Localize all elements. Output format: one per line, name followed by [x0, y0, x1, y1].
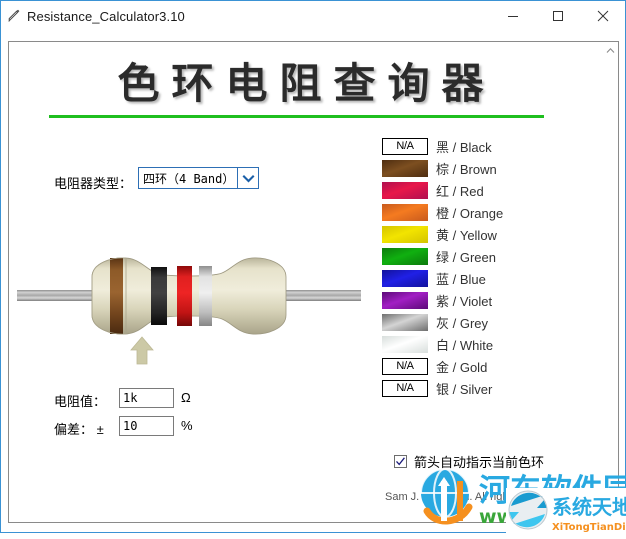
resistance-value-input[interactable]: 1k: [119, 388, 174, 408]
legend-row: 棕 / Brown: [382, 157, 597, 179]
legend-row: 绿 / Green: [382, 245, 597, 267]
client-area: 色环电阻查询器 电阻器类型： 四环（4 Band） 电阻值： 1k Ω 偏差： …: [2, 31, 625, 532]
auto-arrow-label: 箭头自动指示当前色环: [414, 455, 545, 470]
close-button[interactable]: [580, 2, 625, 31]
color-swatch: [382, 225, 428, 243]
legend-row: N/A 银 / Silver: [382, 377, 597, 399]
legend-row: N/A 黑 / Black: [382, 135, 597, 157]
resistance-value-label: 电阻值：: [54, 394, 107, 409]
active-band-arrow-icon: [127, 334, 157, 366]
color-swatch: N/A: [382, 357, 428, 375]
color-swatch: [382, 335, 428, 353]
legend-label: 棕 / Brown: [436, 161, 497, 177]
window-title: Resistance_Calculator3.10: [27, 8, 185, 24]
pencil-icon: [1, 1, 27, 31]
ohm-unit-label: Ω: [181, 390, 191, 405]
scrollbar-track[interactable]: [603, 58, 618, 507]
legend-label: 银 / Silver: [436, 381, 493, 397]
tolerance-input[interactable]: 10: [119, 416, 174, 436]
legend-label: 红 / Red: [436, 183, 484, 199]
color-swatch: [382, 291, 428, 309]
legend-label: 金 / Gold: [436, 359, 488, 375]
color-swatch: [382, 247, 428, 265]
legend-label: 黄 / Yellow: [436, 227, 497, 243]
percent-unit-label: %: [181, 418, 193, 433]
auto-arrow-checkbox[interactable]: [394, 455, 407, 468]
maximize-button[interactable]: [535, 2, 580, 31]
legend-label: 灰 / Grey: [436, 315, 489, 331]
legend-label: 紫 / Violet: [436, 293, 493, 309]
legend-row: 红 / Red: [382, 179, 597, 201]
vertical-scrollbar[interactable]: [602, 41, 619, 524]
color-code-legend: N/A 黑 / Black 棕 / Brown 红 / Red 橙 / Orange 黄 …: [382, 135, 597, 399]
legend-row: 黄 / Yellow: [382, 223, 597, 245]
minimize-button[interactable]: [490, 2, 535, 31]
application-window: Resistance_Calculator3.10 色环电阻查询器 电阻器类型：: [0, 0, 626, 534]
color-swatch: [382, 313, 428, 331]
page-title: 色环电阻查询器: [117, 59, 496, 108]
auto-arrow-option[interactable]: 箭头自动指示当前色环: [394, 452, 544, 471]
legend-label: 黑 / Black: [436, 139, 492, 155]
legend-row: 灰 / Grey: [382, 311, 597, 333]
legend-row: N/A 金 / Gold: [382, 355, 597, 377]
legend-row: 白 / White: [382, 333, 597, 355]
legend-label: 蓝 / Blue: [436, 271, 486, 287]
resistor-type-value: 四环（4 Band）: [143, 171, 235, 186]
title-bar: Resistance_Calculator3.10: [1, 1, 625, 31]
color-swatch: N/A: [382, 137, 428, 155]
color-swatch: [382, 269, 428, 287]
resistor-type-select[interactable]: 四环（4 Band）: [138, 167, 259, 189]
color-swatch: [382, 203, 428, 221]
copyright-text: Sam J. Engström. All rights reserved.: [385, 491, 566, 503]
color-swatch: [382, 159, 428, 177]
color-swatch: [382, 181, 428, 199]
title-divider: [49, 115, 544, 118]
scroll-up-icon[interactable]: [603, 42, 618, 58]
resistor-illustration: [14, 247, 364, 347]
tolerance-label: 偏差： ±: [54, 422, 104, 437]
legend-row: 蓝 / Blue: [382, 267, 597, 289]
content-panel: 色环电阻查询器 电阻器类型： 四环（4 Band） 电阻值： 1k Ω 偏差： …: [8, 41, 603, 523]
legend-row: 橙 / Orange: [382, 201, 597, 223]
legend-label: 绿 / Green: [436, 249, 496, 265]
legend-label: 白 / White: [436, 337, 494, 353]
legend-row: 紫 / Violet: [382, 289, 597, 311]
legend-label: 橙 / Orange: [436, 205, 504, 221]
chevron-down-icon[interactable]: [237, 168, 258, 188]
resistor-type-label: 电阻器类型：: [54, 176, 133, 191]
color-swatch: N/A: [382, 379, 428, 397]
